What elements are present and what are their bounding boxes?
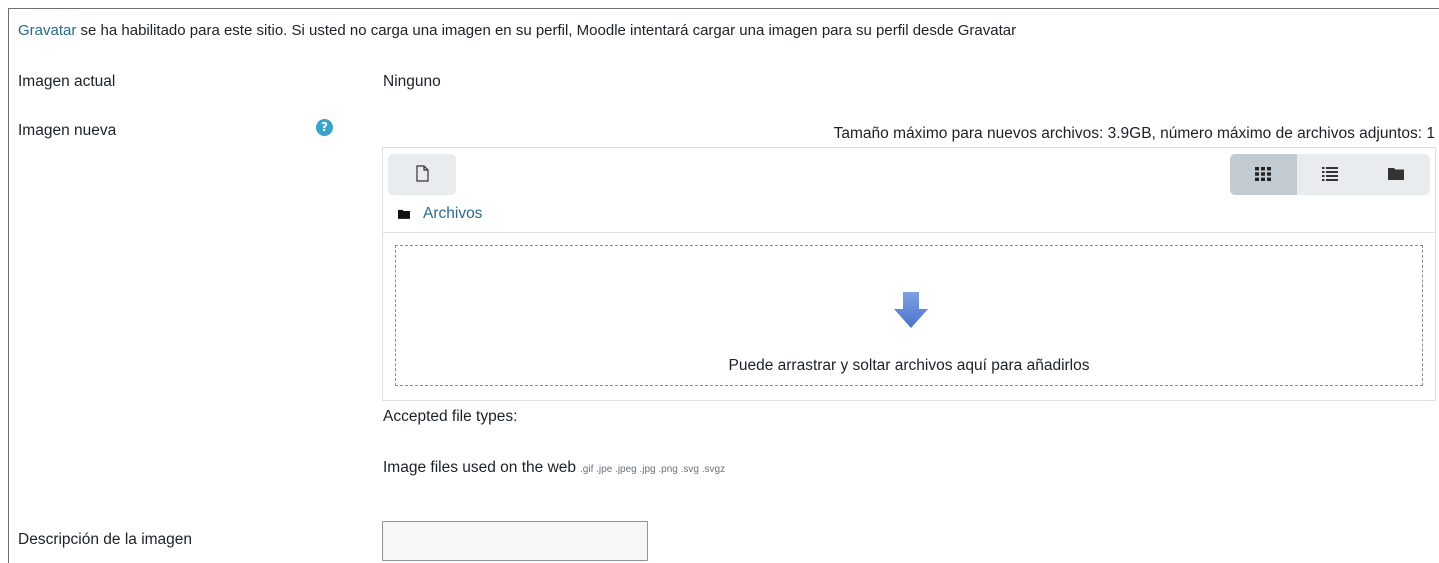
view-icons-button[interactable]: [1230, 154, 1297, 195]
max-file-info: Tamaño máximo para nuevos archivos: 3.9G…: [833, 125, 1435, 142]
add-file-button[interactable]: [388, 154, 456, 195]
current-image-label: Imagen actual: [18, 73, 116, 90]
list-icon: [1322, 167, 1338, 181]
view-mode-group: [1230, 154, 1430, 195]
file-dropzone[interactable]: Puede arrastrar y soltar archivos aquí p…: [395, 245, 1423, 386]
grid-icon: [1255, 167, 1271, 181]
file-picker-toolbar: Archivos: [383, 148, 1435, 233]
question-circle-icon[interactable]: ?: [316, 119, 333, 136]
file-icon: [416, 165, 429, 182]
folder-archivos-link[interactable]: Archivos: [423, 205, 482, 222]
image-description-label: Descripción de la imagen: [18, 531, 193, 548]
view-list-button[interactable]: [1297, 154, 1364, 195]
gravatar-notice: Gravatar se ha habilitado para este siti…: [18, 22, 1016, 39]
folder-breadcrumb: Archivos: [398, 205, 482, 223]
image-description-input[interactable]: [382, 521, 648, 561]
folder-icon: [398, 209, 410, 219]
accepted-group: Image files used on the web: [383, 459, 577, 476]
dropzone-text: Puede arrastrar y soltar archivos aquí p…: [728, 357, 1090, 374]
view-tree-button[interactable]: [1363, 154, 1430, 195]
folder-icon: [1388, 168, 1404, 180]
accepted-types-label: Accepted file types:: [383, 408, 518, 425]
accepted-extensions: .gif .jpe .jpeg .jpg .png .svg .svgz: [580, 464, 726, 475]
current-image-value: Ninguno: [383, 73, 441, 90]
accepted-types-list: Image files used on the web .gif .jpe .jp…: [383, 459, 725, 477]
file-picker: Archivos Puede arrastrar y soltar archiv…: [382, 147, 1436, 401]
down-arrow-icon: [894, 292, 928, 328]
gravatar-link[interactable]: Gravatar: [18, 22, 76, 39]
gravatar-notice-text: se ha habilitado para este sitio. Si ust…: [76, 22, 1017, 39]
new-image-label: Imagen nueva: [18, 122, 117, 139]
